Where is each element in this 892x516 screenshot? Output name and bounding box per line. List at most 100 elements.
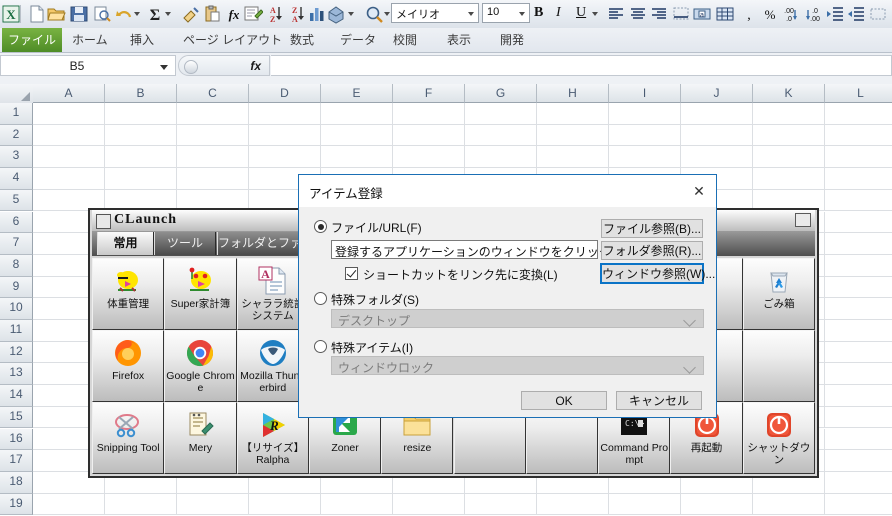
cell-C2[interactable] [177, 124, 249, 147]
row-header-9[interactable]: 9 [0, 276, 33, 299]
save-icon[interactable] [69, 4, 89, 24]
row-header-18[interactable]: 18 [0, 471, 33, 494]
paste-icon[interactable] [202, 4, 222, 24]
borders-icon[interactable] [715, 4, 735, 24]
name-box[interactable]: B5 [0, 55, 176, 76]
row-header-10[interactable]: 10 [0, 298, 33, 320]
claunch-empty-slot[interactable] [742, 330, 815, 402]
row-header-4[interactable]: 4 [0, 168, 33, 190]
cell-A1[interactable] [33, 103, 105, 125]
claunch-system-menu-icon[interactable] [96, 214, 111, 229]
row-header-16[interactable]: 16 [0, 428, 33, 451]
shortcut-convert-checkbox[interactable] [345, 267, 358, 280]
column-header-H[interactable]: H [537, 84, 609, 103]
chevron-down-icon[interactable] [348, 11, 355, 18]
ribbon-tab-2[interactable]: 挿入 [130, 28, 154, 52]
row-header-15[interactable]: 15 [0, 406, 33, 429]
cell-L16[interactable] [825, 428, 892, 451]
ribbon-tab-5[interactable]: データ [340, 28, 376, 52]
cell-J2[interactable] [681, 124, 753, 147]
chevron-down-icon[interactable] [384, 11, 391, 18]
row-header-14[interactable]: 14 [0, 385, 33, 407]
column-header-C[interactable]: C [177, 84, 249, 103]
cell-L2[interactable] [825, 124, 892, 147]
cell-G3[interactable] [465, 146, 537, 169]
path-input[interactable]: 登録するアプリケーションのウィンドウをクリック [331, 240, 611, 259]
radio-file-url[interactable] [314, 220, 327, 233]
cell-L13[interactable] [825, 363, 892, 386]
cell-L7[interactable] [825, 233, 892, 255]
cell-L15[interactable] [825, 406, 892, 429]
cell-F19[interactable] [393, 493, 465, 516]
cell-L10[interactable] [825, 298, 892, 320]
select-all-corner[interactable] [0, 84, 34, 104]
cell-I1[interactable] [609, 103, 681, 125]
increase-decimal-icon[interactable]: .00.0 [781, 4, 801, 24]
cell-A2[interactable] [33, 124, 105, 147]
cell-G2[interactable] [465, 124, 537, 147]
cell-B3[interactable] [105, 146, 177, 169]
align-center-icon[interactable] [628, 4, 648, 24]
autosum-icon[interactable]: Σ [145, 4, 165, 24]
claunch-item[interactable]: Google Chrome [164, 330, 237, 402]
cell-B2[interactable] [105, 124, 177, 147]
shapes-icon[interactable] [326, 4, 346, 24]
row-header-6[interactable]: 6 [0, 211, 33, 234]
row-header-11[interactable]: 11 [0, 320, 33, 342]
cell-C3[interactable] [177, 146, 249, 169]
browse-file-button[interactable]: ファイル参照(B)... [601, 219, 703, 238]
column-header-L[interactable]: L [825, 84, 892, 103]
cell-H2[interactable] [537, 124, 609, 147]
zoom-icon[interactable] [364, 4, 384, 24]
row-header-2[interactable]: 2 [0, 124, 33, 147]
cell-L3[interactable] [825, 146, 892, 169]
decrease-indent-icon[interactable] [846, 4, 866, 24]
browse-window-button[interactable]: ウィンドウ参照(W)... [600, 263, 715, 284]
cell-F3[interactable] [393, 146, 465, 169]
open-folder-icon[interactable] [46, 4, 66, 24]
cell-J1[interactable] [681, 103, 753, 125]
cell-G19[interactable] [465, 493, 537, 516]
claunch-item[interactable]: Firefox [92, 330, 165, 402]
row-header-17[interactable]: 17 [0, 450, 33, 472]
claunch-item[interactable]: シャットダウン [742, 402, 815, 474]
cell-K2[interactable] [753, 124, 825, 147]
cell-I19[interactable] [609, 493, 681, 516]
undo-icon[interactable] [114, 4, 134, 24]
cell-C1[interactable] [177, 103, 249, 125]
formula-input[interactable] [271, 55, 892, 76]
ribbon-tab-4[interactable]: 数式 [290, 28, 314, 52]
row-header-1[interactable]: 1 [0, 103, 33, 125]
row-header-7[interactable]: 7 [0, 233, 33, 255]
properties-icon[interactable] [243, 4, 263, 24]
cell-L1[interactable] [825, 103, 892, 125]
cell-D2[interactable] [249, 124, 321, 147]
cell-B1[interactable] [105, 103, 177, 125]
ok-button[interactable]: OK [521, 391, 607, 410]
cell-E2[interactable] [321, 124, 393, 147]
radio-special-folder[interactable] [314, 292, 327, 305]
cell-F2[interactable] [393, 124, 465, 147]
claunch-item[interactable]: Mery [164, 402, 237, 474]
new-file-icon[interactable] [27, 4, 47, 24]
cell-C19[interactable] [177, 493, 249, 516]
row-header-8[interactable]: 8 [0, 254, 33, 277]
bold-button[interactable]: B [534, 5, 543, 21]
column-header-I[interactable]: I [609, 84, 681, 103]
cell-K1[interactable] [753, 103, 825, 125]
cancel-button[interactable]: キャンセル [616, 391, 702, 410]
claunch-item[interactable]: ごみ箱 [742, 258, 815, 330]
cell-L11[interactable] [825, 320, 892, 342]
row-header-5[interactable]: 5 [0, 189, 33, 212]
close-icon[interactable]: ✕ [686, 181, 712, 201]
excel-logo-icon[interactable]: X [1, 4, 21, 24]
chevron-down-icon[interactable] [592, 11, 599, 18]
outline-border-icon[interactable] [868, 4, 888, 24]
decrease-decimal-icon[interactable]: .0.00 [803, 4, 823, 24]
ribbon-tab-1[interactable]: ホーム [72, 28, 108, 52]
column-header-F[interactable]: F [393, 84, 465, 103]
cell-E19[interactable] [321, 493, 393, 516]
cell-D19[interactable] [249, 493, 321, 516]
cell-J19[interactable] [681, 493, 753, 516]
cell-D1[interactable] [249, 103, 321, 125]
